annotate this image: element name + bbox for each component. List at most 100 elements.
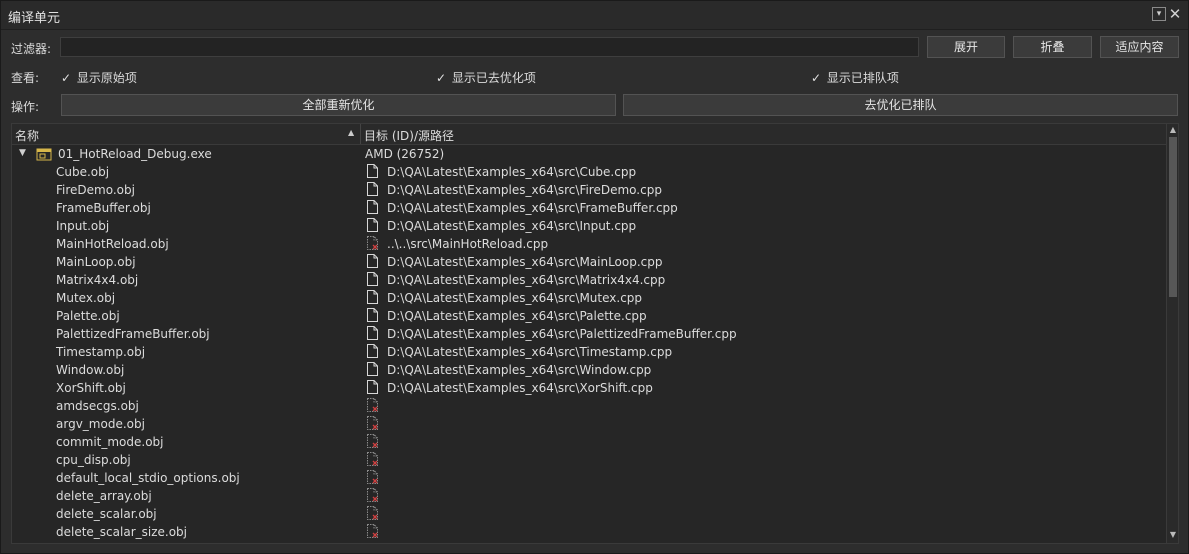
expand-button[interactable]: 展开 bbox=[927, 36, 1005, 58]
show-queued-checkbox[interactable]: ✓ 显示已排队项 bbox=[811, 69, 899, 86]
vertical-scrollbar[interactable]: ▲ ▼ bbox=[1166, 124, 1178, 543]
missing-file-icon bbox=[367, 524, 378, 538]
source-path: D:\QA\Latest\Examples_x64\src\Window.cpp bbox=[387, 363, 652, 377]
reoptimize-all-button[interactable]: 全部重新优化 bbox=[61, 94, 616, 116]
file-icon bbox=[367, 254, 378, 268]
tree-row[interactable]: Timestamp.obj D:\QA\Latest\Examples_x64\s… bbox=[12, 343, 1166, 361]
tree-row[interactable]: FireDemo.obj D:\QA\Latest\Examples_x64\sr… bbox=[12, 181, 1166, 199]
source-path: D:\QA\Latest\Examples_x64\src\Palettized… bbox=[387, 327, 737, 341]
file-icon bbox=[367, 200, 378, 214]
filter-label: 过滤器: bbox=[11, 42, 52, 56]
tree-row[interactable]: MainHotReload.obj ..\..\src\MainHotReload… bbox=[12, 235, 1166, 253]
expand-arrow-icon[interactable]: ▼ bbox=[19, 148, 26, 158]
tree-row[interactable]: Mutex.obj D:\QA\Latest\Examples_x64\src\M… bbox=[12, 289, 1166, 307]
tree-row[interactable]: delete_scalar.obj bbox=[12, 505, 1166, 523]
unit-name: Matrix4x4.obj bbox=[56, 273, 139, 287]
checkmark-icon: ✓ bbox=[811, 71, 822, 85]
compilation-units-window: 编译单元 ▾ ✕ 过滤器: 展开 折叠 适应内容 查看: ✓ 显示原始项 ✓ 显… bbox=[0, 0, 1189, 554]
unit-name: FireDemo.obj bbox=[56, 183, 135, 197]
source-path: D:\QA\Latest\Examples_x64\src\Input.cpp bbox=[387, 219, 637, 233]
tree-row[interactable]: delete_array.obj bbox=[12, 487, 1166, 505]
unit-name: Timestamp.obj bbox=[56, 345, 146, 359]
tree-row[interactable]: commit_mode.obj bbox=[12, 433, 1166, 451]
tree-row[interactable]: Input.obj D:\QA\Latest\Examples_x64\src\I… bbox=[12, 217, 1166, 235]
tree-root-row[interactable]: ▼ 01_HotReload_Debug.exe AMD (26752) bbox=[12, 145, 1166, 163]
checkmark-icon: ✓ bbox=[436, 71, 447, 85]
fit-content-button[interactable]: 适应内容 bbox=[1100, 36, 1179, 58]
unit-name: Palette.obj bbox=[56, 309, 120, 323]
tree-row[interactable]: XorShift.obj D:\QA\Latest\Examples_x64\sr… bbox=[12, 379, 1166, 397]
sort-ascending-icon: ▲ bbox=[348, 128, 355, 137]
unit-name: delete_scalar.obj bbox=[56, 507, 157, 521]
deoptimize-queued-button[interactable]: 去优化已排队 bbox=[623, 94, 1178, 116]
unit-name: MainHotReload.obj bbox=[56, 237, 169, 251]
source-path: D:\QA\Latest\Examples_x64\src\Matrix4x4.… bbox=[387, 273, 666, 287]
source-path: D:\QA\Latest\Examples_x64\src\FireDemo.c… bbox=[387, 183, 662, 197]
tree-row[interactable]: Window.obj D:\QA\Latest\Examples_x64\src\… bbox=[12, 361, 1166, 379]
unit-name: default_local_stdio_options.obj bbox=[56, 471, 240, 485]
source-path: D:\QA\Latest\Examples_x64\src\FrameBuffe… bbox=[387, 201, 678, 215]
scroll-up-icon[interactable]: ▲ bbox=[1168, 125, 1178, 134]
close-icon[interactable]: ✕ bbox=[1168, 7, 1182, 22]
show-original-checkbox[interactable]: ✓ 显示原始项 bbox=[61, 69, 137, 86]
dropdown-icon[interactable]: ▾ bbox=[1152, 7, 1166, 21]
tree-row[interactable]: delete_scalar_size.obj bbox=[12, 523, 1166, 541]
missing-file-icon bbox=[367, 434, 378, 448]
missing-file-icon bbox=[367, 236, 378, 250]
tree-row[interactable]: PalettizedFrameBuffer.obj D:\QA\Latest\Ex… bbox=[12, 325, 1166, 343]
missing-file-icon bbox=[367, 488, 378, 502]
scroll-down-icon[interactable]: ▼ bbox=[1168, 530, 1178, 539]
unit-name: PalettizedFrameBuffer.obj bbox=[56, 327, 210, 341]
file-icon bbox=[367, 182, 378, 196]
file-icon bbox=[367, 164, 378, 178]
title-bar: 编译单元 ▾ ✕ bbox=[1, 1, 1188, 30]
file-icon bbox=[367, 218, 378, 232]
tree-row[interactable]: Matrix4x4.obj D:\QA\Latest\Examples_x64\s… bbox=[12, 271, 1166, 289]
unit-name: XorShift.obj bbox=[56, 381, 126, 395]
column-separator[interactable] bbox=[360, 124, 361, 144]
tree-header: 名称 ▲ 目标 (ID)/源路径 bbox=[12, 124, 1166, 145]
unit-name: FrameBuffer.obj bbox=[56, 201, 151, 215]
column-name-header[interactable]: 名称 bbox=[15, 127, 39, 144]
tree-row[interactable]: FrameBuffer.obj D:\QA\Latest\Examples_x64… bbox=[12, 199, 1166, 217]
source-path: D:\QA\Latest\Examples_x64\src\Mutex.cpp bbox=[387, 291, 643, 305]
show-deoptimized-checkbox[interactable]: ✓ 显示已去优化项 bbox=[436, 69, 536, 86]
tree-row[interactable]: MainLoop.obj D:\QA\Latest\Examples_x64\sr… bbox=[12, 253, 1166, 271]
unit-name: delete_scalar_size.obj bbox=[56, 525, 188, 539]
file-icon bbox=[367, 272, 378, 286]
source-path: D:\QA\Latest\Examples_x64\src\Timestamp.… bbox=[387, 345, 673, 359]
collapse-button[interactable]: 折叠 bbox=[1013, 36, 1092, 58]
unit-name: argv_mode.obj bbox=[56, 417, 145, 431]
source-path: D:\QA\Latest\Examples_x64\src\Cube.cpp bbox=[387, 165, 637, 179]
root-target: AMD (26752) bbox=[365, 147, 445, 161]
tree-row[interactable]: Palette.obj D:\QA\Latest\Examples_x64\src… bbox=[12, 307, 1166, 325]
tree-row[interactable]: cpu_disp.obj bbox=[12, 451, 1166, 469]
file-icon bbox=[367, 362, 378, 376]
tree-row[interactable]: Cube.obj D:\QA\Latest\Examples_x64\src\Cu… bbox=[12, 163, 1166, 181]
tree-row[interactable]: default_local_stdio_options.obj bbox=[12, 469, 1166, 487]
source-path: ..\..\src\MainHotReload.cpp bbox=[387, 237, 549, 251]
missing-file-icon bbox=[367, 416, 378, 430]
filter-input[interactable] bbox=[60, 37, 919, 57]
compilation-unit-tree[interactable]: 名称 ▲ 目标 (ID)/源路径 ▼ 01_HotReload_Debug.ex… bbox=[11, 123, 1179, 544]
window-title: 编译单元 bbox=[8, 11, 61, 26]
checkmark-icon: ✓ bbox=[61, 71, 72, 85]
tree-row[interactable]: argv_mode.obj bbox=[12, 415, 1166, 433]
show-deoptimized-label: 显示已去优化项 bbox=[451, 71, 536, 85]
unit-name: Window.obj bbox=[56, 363, 125, 377]
column-target-header[interactable]: 目标 (ID)/源路径 bbox=[364, 127, 454, 144]
source-path: D:\QA\Latest\Examples_x64\src\MainLoop.c… bbox=[387, 255, 663, 269]
file-icon bbox=[367, 380, 378, 394]
unit-name: amdsecgs.obj bbox=[56, 399, 139, 413]
scrollbar-thumb[interactable] bbox=[1169, 137, 1177, 297]
root-name: 01_HotReload_Debug.exe bbox=[58, 147, 212, 161]
missing-file-icon bbox=[367, 470, 378, 484]
tree-row[interactable]: amdsecgs.obj bbox=[12, 397, 1166, 415]
show-original-label: 显示原始项 bbox=[76, 71, 137, 85]
missing-file-icon bbox=[367, 398, 378, 412]
source-path: D:\QA\Latest\Examples_x64\src\Palette.cp… bbox=[387, 309, 647, 323]
file-icon bbox=[367, 308, 378, 322]
unit-name: MainLoop.obj bbox=[56, 255, 136, 269]
executable-icon bbox=[36, 148, 52, 161]
view-label: 查看: bbox=[11, 71, 40, 85]
